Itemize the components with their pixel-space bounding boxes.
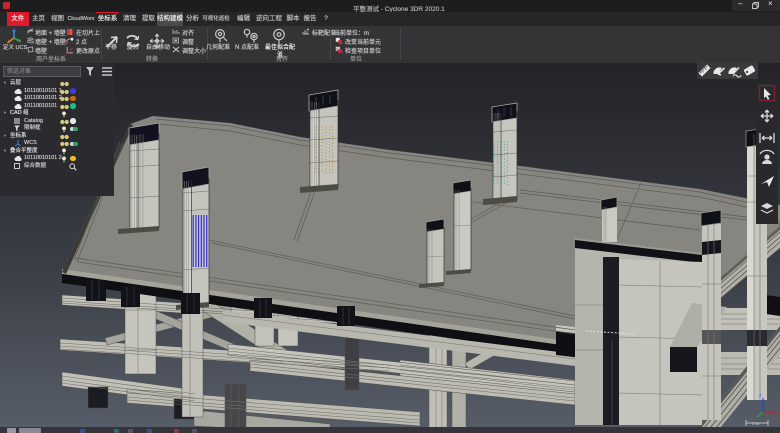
svg-text:1 m: 1 m	[752, 421, 760, 426]
